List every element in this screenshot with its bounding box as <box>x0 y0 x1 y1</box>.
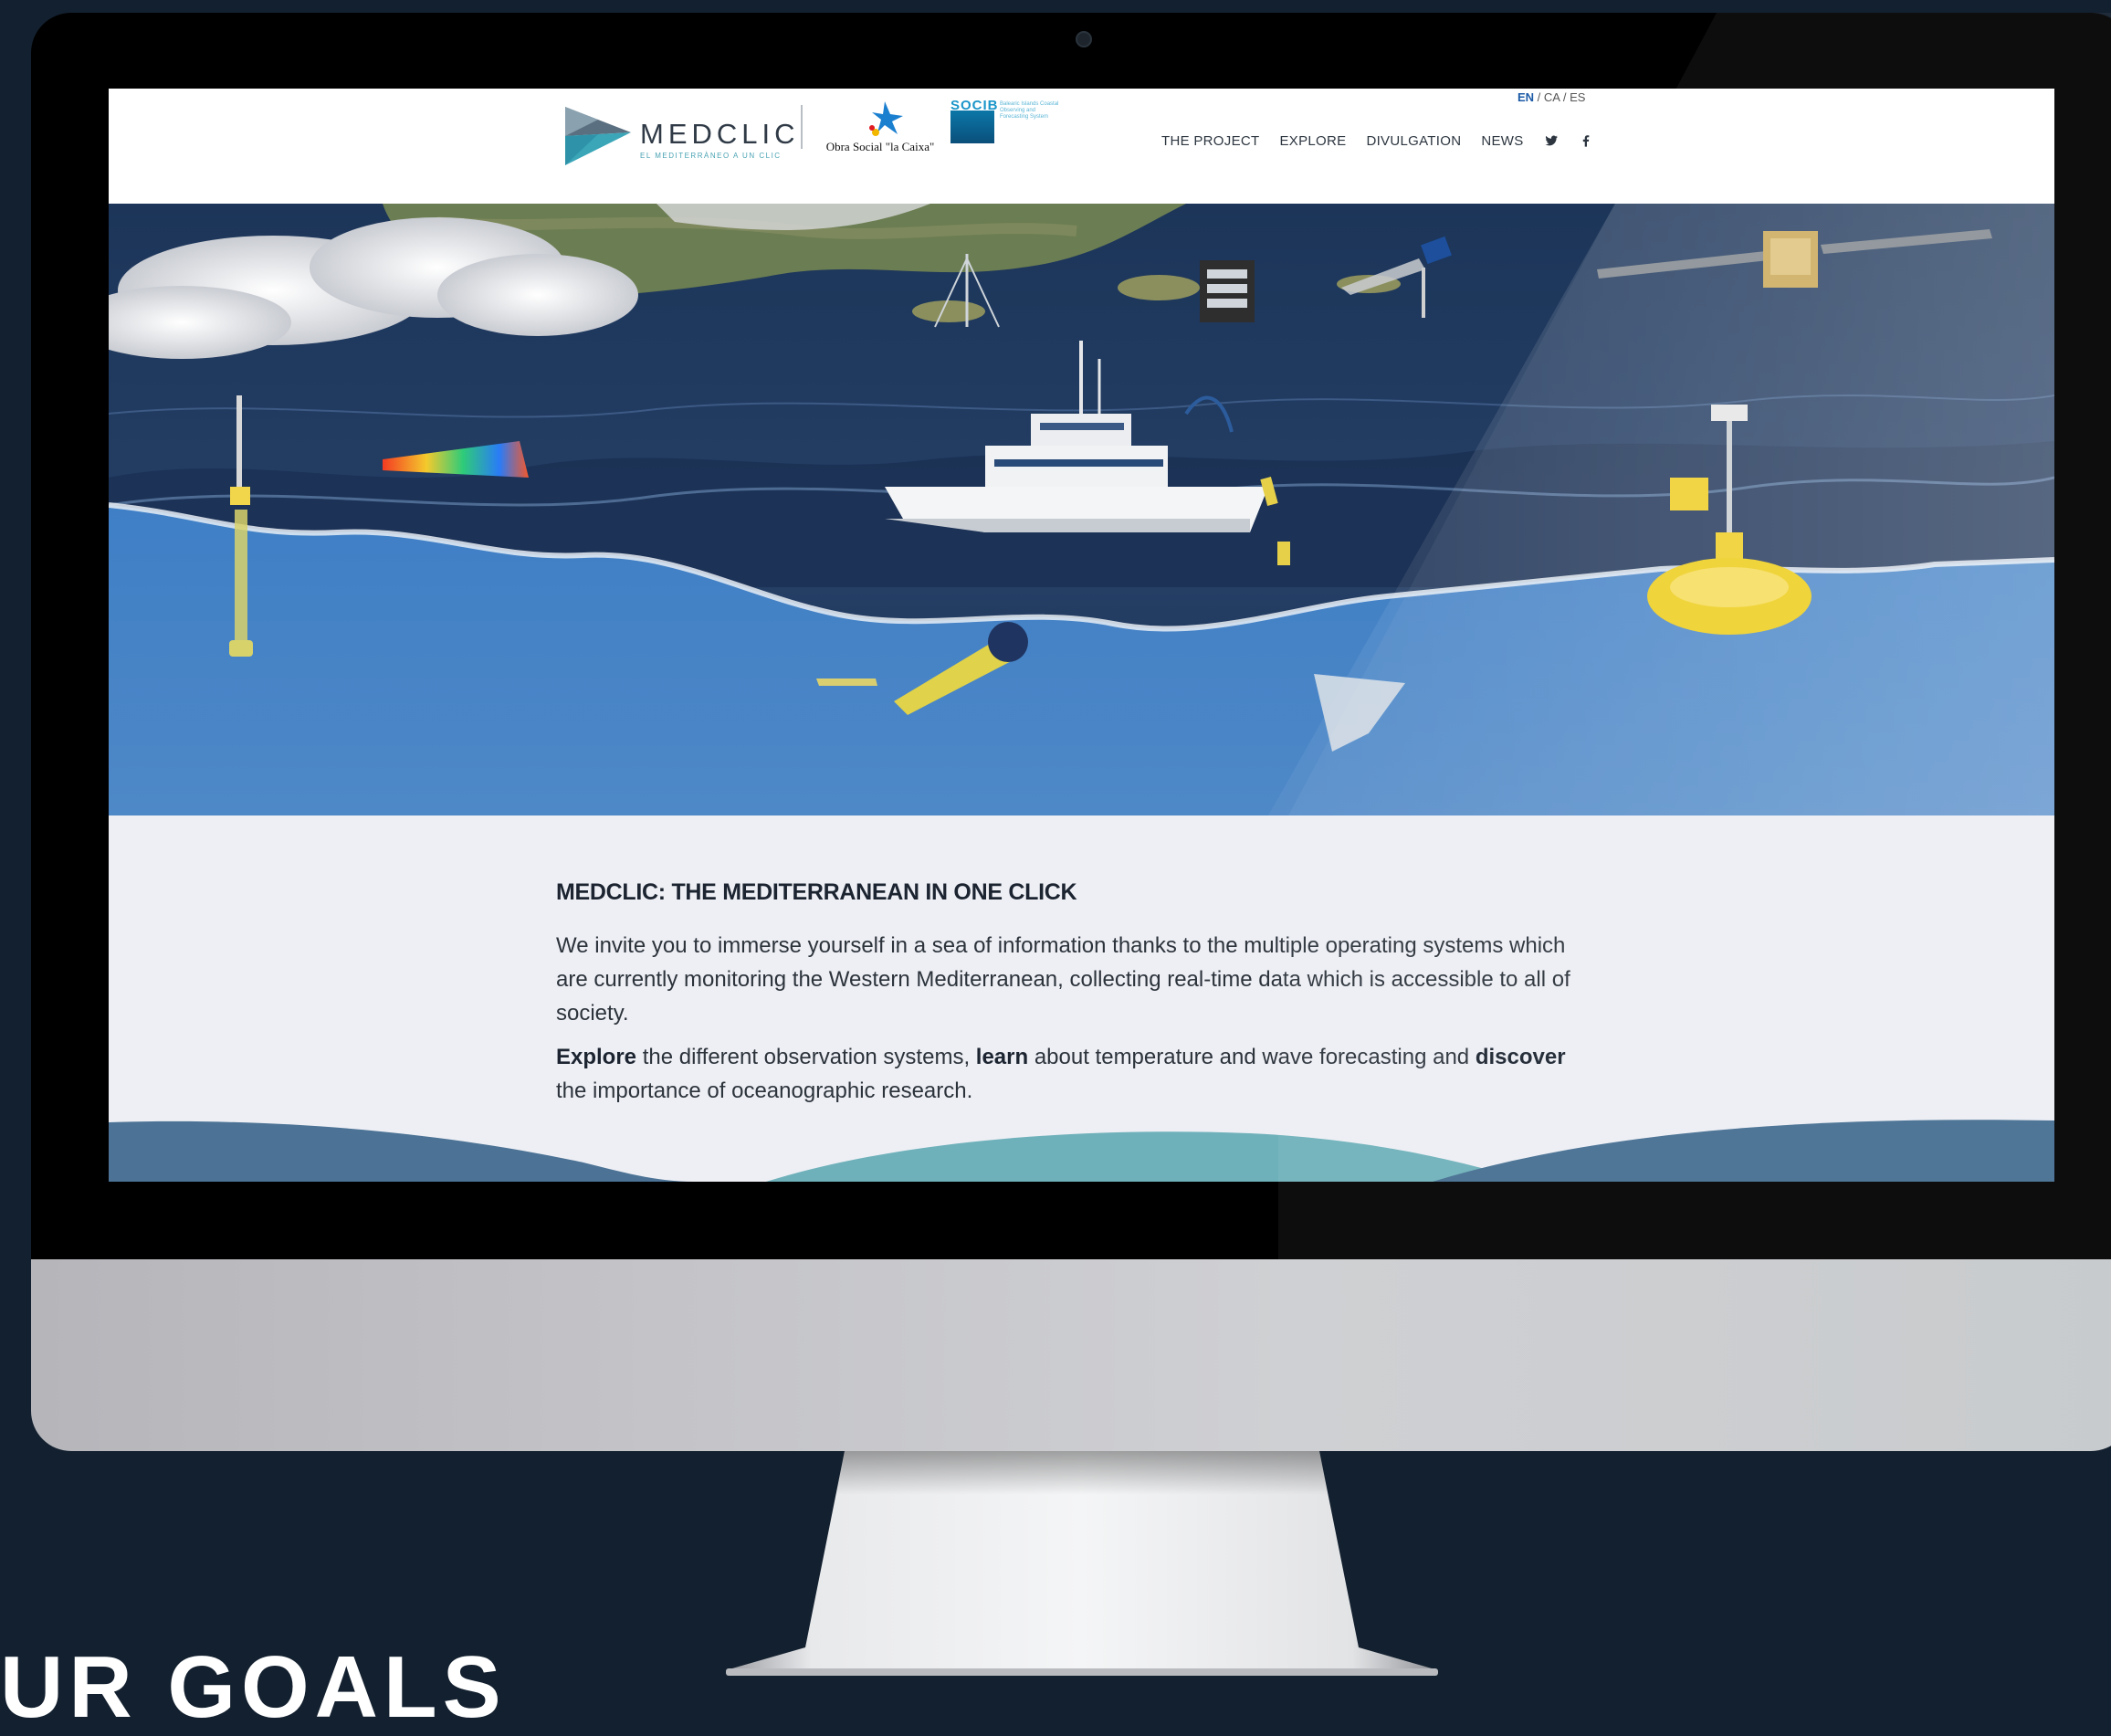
logo-tagline: EL MEDITERRÀNEO A UN CLIC <box>640 152 782 160</box>
socib-description: Balearic Islands Coastal Observing and F… <box>1000 101 1059 120</box>
hero-illustration <box>109 204 2054 815</box>
keyword-learn: learn <box>975 1045 1029 1069</box>
intro-title: MEDCLIC: THE MEDITERRANEAN IN ONE CLICK <box>556 879 1077 905</box>
caixa-logo[interactable]: Obra Social "la Caixa" <box>821 98 940 162</box>
p2-text-a: the different observation systems, <box>636 1045 976 1069</box>
decorative-waves <box>109 1120 2054 1182</box>
nav-explore[interactable]: EXPLORE <box>1279 133 1346 149</box>
webcam <box>1076 31 1092 47</box>
site-header: MEDCLIC EL MEDITERRÀNEO A UN CLIC Obra S… <box>109 89 2054 204</box>
caixa-logo-text: Obra Social "la Caixa" <box>825 140 935 153</box>
main-nav: THE PROJECT EXPLORE DIVULGATION NEWS <box>1161 130 1593 152</box>
nav-news[interactable]: NEWS <box>1481 133 1523 149</box>
keyword-explore: Explore <box>556 1045 637 1069</box>
monitor-chin <box>31 1259 2111 1451</box>
twitter-icon[interactable] <box>1544 133 1559 148</box>
nav-the-project[interactable]: THE PROJECT <box>1161 133 1259 149</box>
medclic-logo[interactable]: MEDCLIC EL MEDITERRÀNEO A UN CLIC <box>562 98 795 171</box>
socib-mark <box>950 110 994 143</box>
section-heading-goals: UR GOALS <box>0 1638 507 1736</box>
keyword-discover: discover <box>1475 1045 1566 1069</box>
intro-paragraph-2: Explore the different observation system… <box>556 1040 1588 1108</box>
language-switcher: EN / CA / ES <box>1518 90 1585 104</box>
facebook-icon[interactable] <box>1579 133 1593 148</box>
logo-wordmark: MEDCLIC <box>640 118 800 150</box>
caixa-star-icon <box>869 101 903 136</box>
browser-viewport: MEDCLIC EL MEDITERRÀNEO A UN CLIC Obra S… <box>109 89 2054 1182</box>
lang-separator: / <box>1534 90 1544 104</box>
p2-text-b: about temperature and wave forecasting a… <box>1028 1045 1476 1069</box>
intro-section: MEDCLIC: THE MEDITERRANEAN IN ONE CLICK … <box>109 815 2054 1182</box>
lang-others[interactable]: CA / ES <box>1544 90 1586 104</box>
socib-logo[interactable]: SOCIB Balearic Islands Coastal Observing… <box>950 98 1069 149</box>
logo-divider <box>801 105 803 149</box>
nav-divulgation[interactable]: DIVULGATION <box>1366 133 1461 149</box>
intro-paragraph-1: We invite you to immerse yourself in a s… <box>556 933 1570 1026</box>
p2-text-c: the importance of oceanographic research… <box>556 1078 973 1103</box>
lang-en[interactable]: EN <box>1518 90 1534 104</box>
medclic-logo-mark <box>565 107 631 165</box>
